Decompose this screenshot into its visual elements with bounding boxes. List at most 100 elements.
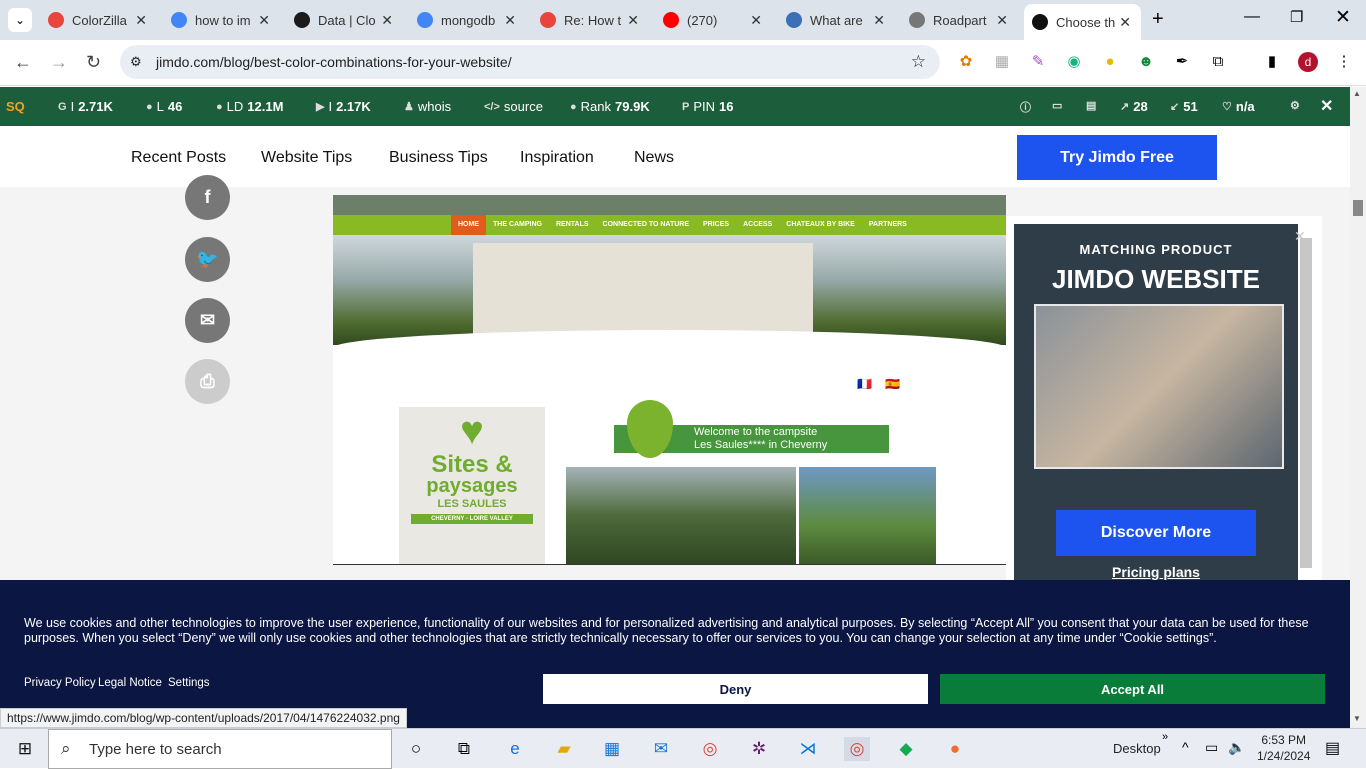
notifications-icon[interactable]: ▤ [1325,738,1340,758]
back-icon[interactable]: ← [14,52,32,73]
extensions-puzzle-icon[interactable]: ⧉ [1208,52,1228,72]
document-icon[interactable]: ▤ [1086,99,1096,112]
seo-metric-2[interactable]: ● L 46 [146,99,182,114]
scroll-down-icon[interactable]: ▼ [1353,714,1361,723]
task-view-icon[interactable]: ⧉ [451,737,477,761]
tray-chevron-icon[interactable]: ^ [1182,739,1189,755]
nav-business-tips[interactable]: Business Tips [389,149,488,167]
tab-close-icon[interactable]: ✕ [504,12,516,29]
close-window-button[interactable]: ✕ [1335,6,1351,29]
display-icon[interactable]: ▭ [1052,99,1062,112]
mail-icon[interactable]: ✉ [648,737,674,761]
android-extension-icon[interactable]: ☻ [1136,52,1156,72]
nav-inspiration[interactable]: Inspiration [520,149,594,167]
tab-close-icon[interactable]: ✕ [258,12,270,29]
tab-close-icon[interactable]: ✕ [750,12,762,29]
windows-start-icon[interactable]: ⊞ [12,737,38,761]
postman-icon[interactable]: ● [942,737,968,761]
desktop-expand-icon[interactable]: » [1162,731,1168,743]
email-share-icon[interactable]: ✉ [185,298,230,343]
seo-metric-8[interactable]: P PIN 16 [682,99,733,114]
bookmark-star-icon[interactable]: ☆ [911,52,926,72]
taskbar-search-input[interactable]: ⌕ Type here to search [48,729,392,769]
density-metric[interactable]: ♡ n/a [1222,99,1255,114]
tab-2[interactable]: how to im ✕ [163,0,280,40]
cortana-icon[interactable]: ○ [403,737,429,761]
privacy-policy-link[interactable]: Privacy Policy [24,677,96,689]
example-website-screenshot[interactable]: HOME THE CAMPING RENTALS CONNECTED TO NATUR… [333,195,1006,565]
seo-metric-4[interactable]: ▶ I 2.17K [316,99,371,114]
nav-website-tips[interactable]: Website Tips [261,149,352,167]
cookie-settings-link[interactable]: Settings [168,677,210,689]
eyedropper-icon[interactable]: ✒ [1172,52,1192,72]
try-jimdo-free-button[interactable]: Try Jimdo Free [1017,135,1217,180]
minimize-button[interactable]: — [1244,8,1260,26]
scroll-up-icon[interactable]: ▲ [1353,89,1361,98]
tab-6[interactable]: (270) ✕ [655,0,772,40]
store-icon[interactable]: ▦ [599,737,625,761]
forward-icon[interactable]: → [50,52,68,73]
seoquake-extension-icon[interactable]: ✿ [956,52,976,72]
volume-icon[interactable]: 🔈 [1228,739,1245,756]
tab-1[interactable]: ColorZilla ✕ [40,0,157,40]
tab-3[interactable]: Data | Clo ✕ [286,0,403,40]
print-share-icon[interactable]: ⎙ [185,359,230,404]
seo-metric-5[interactable]: ♟ whois [404,99,455,114]
network-icon[interactable]: ▭ [1205,739,1218,756]
tab-4[interactable]: mongodb ✕ [409,0,526,40]
scroll-thumb[interactable] [1353,200,1363,216]
seo-metric-7[interactable]: ● Rank 79.9K [570,99,650,114]
file-explorer-icon[interactable]: ▰ [551,737,577,761]
deny-button[interactable]: Deny [543,674,928,704]
colorzilla-extension-icon[interactable]: ▦ [992,52,1012,72]
badge-extension-icon[interactable]: ● [1100,52,1120,72]
new-tab-button[interactable]: + [1152,8,1164,31]
external-links-metric[interactable]: ↗ 28 [1120,99,1148,114]
desktop-toolbar[interactable]: Desktop [1113,741,1161,756]
tab-5[interactable]: Re: How t ✕ [532,0,649,40]
tab-7[interactable]: What are ✕ [778,0,895,40]
grammarly-icon[interactable]: ◉ [1064,52,1084,72]
chrome-profile-icon[interactable]: ◎ [844,737,870,761]
seobar-close-icon[interactable]: ✕ [1320,96,1333,116]
tab-close-icon[interactable]: ✕ [873,12,885,29]
ad-scrollbar[interactable] [1300,238,1312,568]
site-settings-icon[interactable]: ⚙ [130,54,142,70]
slack-icon[interactable]: ✲ [746,737,772,761]
tab-close-icon[interactable]: ✕ [381,12,393,29]
legal-notice-link[interactable]: Legal Notice [98,677,162,689]
seo-metric-3[interactable]: ● LD 12.1M [216,99,283,114]
chrome-icon[interactable]: ◎ [697,737,723,761]
discover-more-button[interactable]: Discover More [1056,510,1256,556]
profile-avatar[interactable]: d [1298,52,1318,72]
tab-8[interactable]: Roadpart ✕ [901,0,1018,40]
seo-metric-1[interactable]: G I 2.71K [58,99,113,114]
internal-links-metric[interactable]: ↙ 51 [1170,99,1198,114]
menu-dots-icon[interactable]: ⋮ [1334,52,1354,72]
tab-close-icon[interactable]: ✕ [996,12,1008,29]
maximize-button[interactable]: ❐ [1290,8,1303,26]
vscode-icon[interactable]: ⋊ [795,737,821,761]
tab-9[interactable]: Choose th ✕ [1024,4,1141,40]
tab-close-icon[interactable]: ✕ [627,12,639,29]
url-input[interactable]: ⚙ jimdo.com/blog/best-color-combinations… [120,45,940,79]
pricing-plans-link[interactable]: Pricing plans [1014,564,1298,580]
system-clock[interactable]: 6:53 PM 1/24/2024 [1257,732,1310,764]
seo-metric-6[interactable]: </> source [484,99,547,114]
tab-close-icon[interactable]: ✕ [1119,14,1131,31]
page-scrollbar[interactable]: ▲ ▼ [1350,87,1366,728]
twitter-share-icon[interactable]: 🐦 [185,237,230,282]
seobar-settings-icon[interactable]: ⚙ [1290,99,1300,112]
tab-search-button[interactable]: ⌄ [8,8,32,32]
info-icon[interactable]: ⓘ [1020,99,1031,115]
reload-icon[interactable]: ↻ [86,52,101,73]
facebook-share-icon[interactable]: f [185,175,230,220]
side-panel-icon[interactable]: ▮ [1262,52,1282,72]
matching-product-ad[interactable]: MATCHING PRODUCT JIMDO WEBSITE Discover … [1014,224,1298,580]
mongodb-compass-icon[interactable]: ◆ [893,737,919,761]
nav-recent-posts[interactable]: Recent Posts [131,149,226,167]
tab-close-icon[interactable]: ✕ [135,12,147,29]
edge-icon[interactable]: e [502,737,528,761]
nav-news[interactable]: News [634,149,674,167]
accept-all-button[interactable]: Accept All [940,674,1325,704]
